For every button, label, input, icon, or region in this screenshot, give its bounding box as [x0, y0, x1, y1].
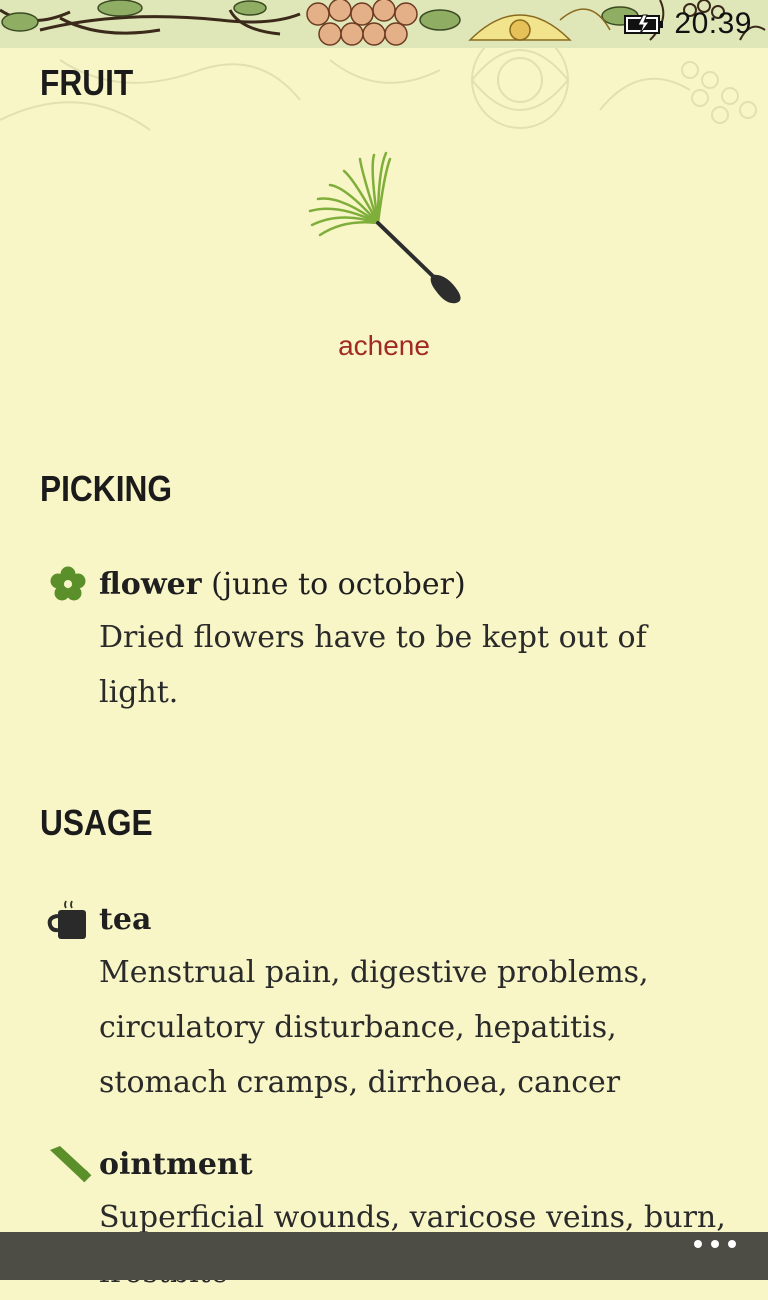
achene-illustration: [308, 151, 461, 304]
status-time: 20:39: [674, 7, 752, 40]
usage-part-name: flower: [99, 567, 202, 602]
picking-description: Dried flowers have to be kept out of lig…: [99, 620, 647, 710]
ellipsis-dot: [694, 1240, 702, 1248]
section-title-picking: PICKING: [40, 468, 173, 509]
ellipsis-dot: [728, 1240, 736, 1248]
usage-method-name: tea: [99, 902, 152, 937]
battery-charging-icon: [624, 14, 664, 35]
flower-icon: [50, 566, 86, 601]
page-title: FRUIT: [40, 62, 134, 103]
ellipsis-icon[interactable]: [694, 1240, 736, 1248]
ointment-tube-icon: [50, 1146, 92, 1183]
ellipsis-dot: [711, 1240, 719, 1248]
usage-method-name: ointment: [99, 1147, 253, 1182]
usage-description: Menstrual pain, digestive problems, circ…: [99, 955, 649, 1100]
picking-item-flower: flower (june to october) Dried flowers h…: [44, 560, 734, 720]
section-title-usage: USAGE: [40, 802, 153, 843]
usage-item-tea: tea Menstrual pain, digestive problems, …: [44, 895, 734, 1110]
tea-cup-icon: [47, 900, 86, 939]
fruit-type-caption: achene: [338, 330, 430, 361]
app-bar: [0, 1232, 768, 1280]
status-bar: 20:39: [624, 0, 768, 48]
picking-season: (june to october): [211, 567, 466, 602]
